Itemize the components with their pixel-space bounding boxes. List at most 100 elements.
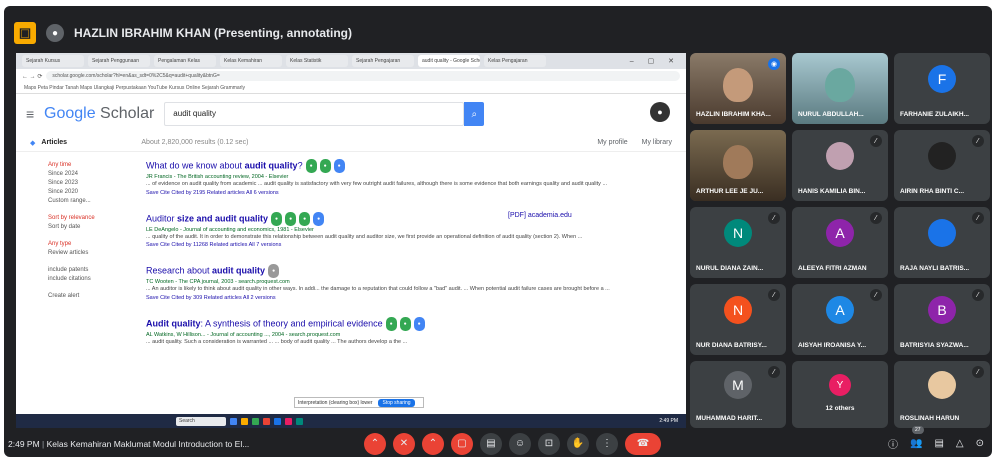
menu-icon[interactable]: ≡ — [26, 106, 44, 122]
avatar[interactable]: ● — [650, 102, 670, 122]
filter-since-2020[interactable]: Since 2020 — [48, 188, 138, 197]
avatar: Y — [829, 374, 851, 397]
result-title[interactable]: What do we know about audit quality? ● ● ● — [146, 159, 666, 173]
section-label[interactable]: Articles — [41, 139, 141, 146]
captions-icon[interactable]: ▤ — [480, 432, 502, 455]
present-screen-icon[interactable]: ▣ — [14, 22, 36, 44]
browser-tab[interactable]: Kelas Kemahiran — [220, 55, 282, 67]
folder-icon[interactable] — [241, 417, 248, 425]
meeting-time: 2:49 PM — [8, 438, 40, 449]
type-review[interactable]: Review articles — [48, 249, 138, 258]
list-item: What do we know about audit quality? ● ● ● … — [146, 159, 666, 198]
others-tile[interactable]: Y 12 others — [792, 361, 888, 428]
people-icon[interactable]: 👥 — [910, 438, 922, 449]
create-alert[interactable]: Create alert — [48, 292, 138, 301]
result-title[interactable]: Research about audit quality ● — [146, 264, 666, 278]
app-icon[interactable] — [274, 417, 281, 425]
result-actions[interactable]: Save Cite Cited by 309 Related articles … — [146, 294, 666, 303]
browser-tab[interactable]: Kelas Statistik — [286, 55, 348, 67]
participant-tile[interactable]: NURUL ABDULLAH... — [792, 53, 888, 124]
search-input[interactable]: audit quality — [164, 102, 465, 126]
sort-date[interactable]: Sort by date — [48, 223, 138, 232]
result-count: About 2,820,000 results (0.12 sec) — [141, 139, 249, 146]
stop-sharing-button[interactable]: Stop sharing — [378, 398, 415, 407]
app-icon[interactable] — [252, 417, 259, 425]
my-library-link[interactable]: My library — [642, 139, 672, 146]
info-icon[interactable]: ⓘ — [888, 436, 898, 451]
camera-off-icon[interactable]: ▢ — [451, 432, 473, 455]
my-profile-link[interactable]: My profile — [597, 139, 627, 146]
participant-grid: ◉ HAZLIN IBRAHIM KHA... NURUL ABDULLAH..… — [690, 53, 990, 428]
result-actions[interactable]: Save Cite Cited by 11268 Related article… — [146, 241, 666, 250]
filter-since-2024[interactable]: Since 2024 — [48, 170, 138, 179]
filter-any-time[interactable]: Any time — [48, 161, 138, 170]
participant-tile[interactable]: ⁄ AIRIN RHA BINTI C... — [894, 130, 990, 201]
avatar — [928, 371, 956, 400]
browser-tab[interactable]: Sejarah Pengajaran — [352, 55, 414, 67]
mic-off-icon[interactable]: ✕ — [393, 432, 415, 455]
result-meta[interactable]: LE DeAngelo - Journal of accounting and … — [146, 226, 666, 234]
participant-tile[interactable]: ◉ HAZLIN IBRAHIM KHA... — [690, 53, 786, 124]
nav-arrows-icon[interactable]: ← → ⟳ — [22, 73, 42, 80]
present-icon[interactable]: ⊡ — [538, 432, 560, 455]
camera-options-button[interactable]: ⌃ — [422, 432, 444, 455]
search-icon[interactable]: ⌕ — [464, 102, 485, 126]
raise-hand-icon[interactable]: ✋ — [567, 432, 589, 455]
app-icon[interactable] — [230, 417, 237, 425]
url-input[interactable]: scholar.google.com/scholar?hl=en&as_sdt=… — [46, 71, 680, 81]
avatar: M — [724, 371, 752, 400]
participant-tile[interactable]: F FARHANIE ZULAIKH... — [894, 53, 990, 124]
window-controls[interactable]: – ▢ ✕ — [630, 57, 686, 65]
result-title[interactable]: Audit quality: A synthesis of theory and… — [146, 316, 666, 331]
participant-tile[interactable]: M ⁄ MUHAMMAD HARIT... — [690, 361, 786, 428]
app-icon[interactable] — [285, 417, 292, 425]
include-patents[interactable]: include patents — [48, 266, 138, 275]
emoji-icon[interactable]: ☺ — [509, 432, 531, 455]
bookmarks-bar[interactable]: Maps Peta Pindar Tanah Maps Ulangkaji Pe… — [16, 83, 686, 94]
participant-tile[interactable]: N ⁄ NUR DIANA BATRISY... — [690, 284, 786, 355]
result-meta[interactable]: AL Watkins, W Hillison... - Journal of a… — [146, 331, 666, 339]
participant-tile[interactable]: ⁄ RAJA NAYLI BATRIS... — [894, 207, 990, 278]
badge-icon: ● — [299, 211, 311, 226]
leave-call-button[interactable]: ☎ — [625, 432, 661, 455]
participant-tile[interactable]: A ⁄ ALEEYA FITRI AZMAN — [792, 207, 888, 278]
participant-tile[interactable]: ARTHUR LEE JE JU... — [690, 130, 786, 201]
sort-relevance[interactable]: Sort by relevance — [48, 214, 138, 223]
result-meta[interactable]: JR Francis - The British accounting revi… — [146, 173, 666, 181]
result-actions[interactable]: Save Cite Cited by 2195 Related articles… — [146, 189, 666, 198]
browser-tab[interactable]: Sejarah Kursus — [22, 55, 84, 67]
scholar-logo[interactable]: Google Scholar — [44, 105, 154, 123]
browser-tab[interactable]: Kelas Pengajaran — [484, 55, 546, 67]
participant-name: ARTHUR LEE JE JU... — [696, 188, 764, 195]
browser-tab[interactable]: Sejarah Penggunaan — [88, 55, 150, 67]
mic-off-icon: ⁄ — [768, 366, 780, 378]
chat-icon[interactable]: ▤ — [934, 438, 943, 449]
participant-name: FARHANIE ZULAIKH... — [900, 111, 969, 118]
browser-tab-active[interactable]: audit quality - Google Scholar — [418, 55, 480, 67]
badge-icon: ● — [285, 211, 297, 226]
avatar — [928, 218, 956, 247]
app-icon[interactable] — [296, 417, 303, 425]
browser-tab[interactable]: Pengalaman Kelas — [154, 55, 216, 67]
filter-custom-range[interactable]: Custom range... — [48, 197, 138, 206]
participant-tile[interactable]: A ⁄ AISYAH IROANISA Y... — [792, 284, 888, 355]
chrome-icon[interactable] — [263, 417, 270, 425]
participant-tile[interactable]: ⁄ HANIS KAMILIA BIN... — [792, 130, 888, 201]
participant-tile[interactable]: N ⁄ NURUL DIANA ZAIN... — [690, 207, 786, 278]
type-any[interactable]: Any type — [48, 240, 138, 249]
shared-screen: Sejarah Kursus Sejarah Penggunaan Pengal… — [16, 53, 686, 428]
result-meta[interactable]: TC Wooten - The CPA journal, 2003 - sear… — [146, 278, 666, 286]
taskbar-search[interactable]: Search — [176, 416, 226, 426]
mic-off-icon: ⁄ — [768, 289, 780, 301]
activities-icon[interactable]: △ — [956, 438, 964, 449]
result-title[interactable]: Auditor size and audit quality ● ● ● ● — [146, 211, 666, 226]
participant-tile[interactable]: ⁄ ROSLINAH HARUN — [894, 361, 990, 428]
mic-options-button[interactable]: ⌃ — [364, 432, 386, 455]
pdf-link[interactable]: [PDF] academia.edu — [508, 212, 572, 219]
filter-since-2023[interactable]: Since 2023 — [48, 179, 138, 188]
host-controls-icon[interactable]: ⊙ — [976, 438, 984, 449]
result-snippet: ... of evidence on audit quality from ac… — [146, 181, 608, 187]
more-options-icon[interactable]: ⋮ — [596, 432, 618, 455]
participant-tile[interactable]: B ⁄ BATRISYIA SYAZWA... — [894, 284, 990, 355]
include-citations[interactable]: include citations — [48, 275, 138, 284]
